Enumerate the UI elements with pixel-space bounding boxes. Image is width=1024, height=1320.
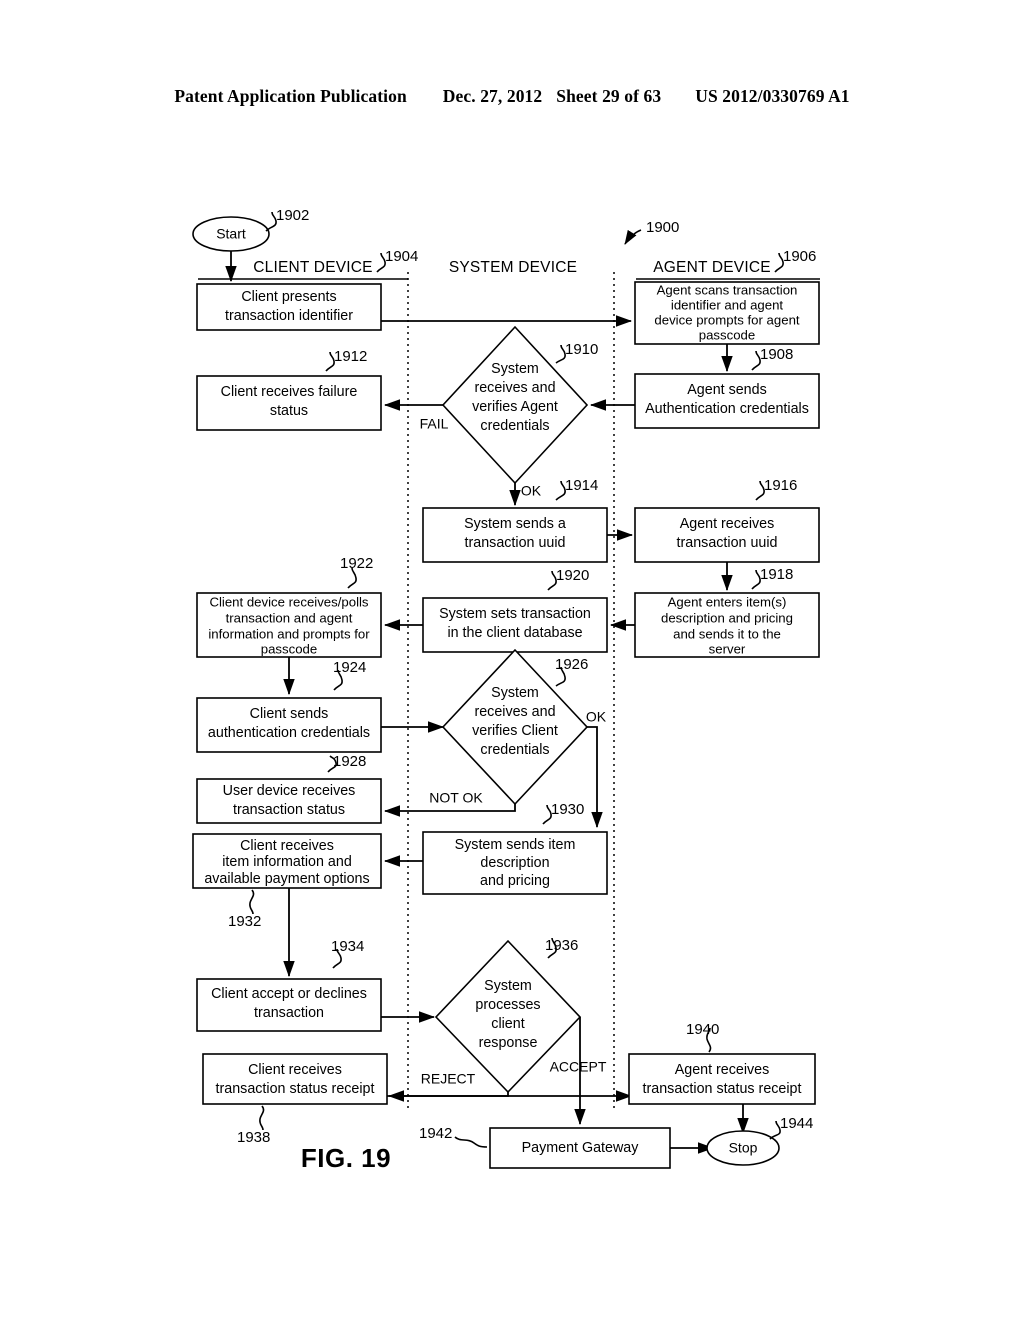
lane-title-system: SYSTEM DEVICE bbox=[449, 259, 577, 276]
node-1922-line3: information and prompts for bbox=[208, 626, 370, 641]
ref-1922: 1922 bbox=[340, 555, 373, 572]
lane-title-agent: AGENT DEVICE bbox=[653, 259, 771, 276]
node-1908-line1: Agent sends bbox=[687, 382, 767, 398]
edge-label-not-ok: NOT OK bbox=[429, 790, 483, 806]
ref-1938: 1938 bbox=[237, 1129, 270, 1146]
node-1930-line1: System sends item bbox=[455, 837, 576, 853]
node-1916-line2: transaction uuid bbox=[677, 535, 778, 551]
figure-caption: FIG. 19 bbox=[301, 1143, 391, 1173]
ref-1940: 1940 bbox=[686, 1021, 719, 1038]
patent-figure-page: Patent Application Publication Dec. 27, 2… bbox=[0, 0, 1024, 1320]
ref-1932: 1932 bbox=[228, 913, 261, 930]
node-1922-line1: Client device receives/polls bbox=[209, 594, 368, 609]
node-1920-line2: in the client database bbox=[447, 625, 582, 641]
node-1908-line2: Authentication credentials bbox=[645, 401, 809, 417]
node-1904-line1: Client presents bbox=[241, 289, 336, 305]
flowchart-figure: CLIENT DEVICE SYSTEM DEVICE AGENT DEVICE… bbox=[192, 207, 820, 1173]
node-1920-line1: System sets transaction bbox=[439, 606, 591, 622]
ref-1920: 1920 bbox=[556, 567, 589, 584]
node-stop-label: Stop bbox=[729, 1140, 758, 1156]
node-1932-line3: available payment options bbox=[204, 871, 369, 887]
node-1938-line1: Client receives bbox=[248, 1062, 342, 1078]
node-1914-line2: transaction uuid bbox=[465, 535, 566, 551]
node-1926-line1: System bbox=[491, 685, 539, 701]
edge-label-fail: FAIL bbox=[420, 416, 449, 432]
node-1916-line1: Agent receives bbox=[680, 516, 775, 532]
node-1924-line1: Client sends bbox=[250, 706, 329, 722]
edge-label-reject: REJECT bbox=[421, 1071, 476, 1087]
node-1940-line2: transaction status receipt bbox=[643, 1081, 802, 1097]
node-1918-line4: server bbox=[709, 641, 746, 656]
node-1924-line2: authentication credentials bbox=[208, 725, 370, 741]
ref-1912: 1912 bbox=[334, 348, 367, 365]
node-1926-line2: receives and bbox=[474, 704, 555, 720]
node-1912-line2: status bbox=[270, 403, 308, 419]
node-1918-line3: and sends it to the bbox=[673, 626, 781, 641]
node-1932-line2: item information and bbox=[222, 854, 352, 870]
node-1912-line1: Client receives failure bbox=[221, 384, 358, 400]
node-1906-line2: identifier and agent bbox=[671, 297, 784, 312]
node-1942-label: Payment Gateway bbox=[522, 1140, 640, 1156]
ref-1944: 1944 bbox=[780, 1115, 813, 1132]
ref-1900: 1900 bbox=[646, 219, 679, 236]
node-1906-line1: Agent scans transaction bbox=[657, 282, 798, 297]
node-1932-line1: Client receives bbox=[240, 838, 334, 854]
node-1926-line3: verifies Client bbox=[472, 723, 558, 739]
ref-1930: 1930 bbox=[551, 801, 584, 818]
ref-1910: 1910 bbox=[565, 341, 598, 358]
node-1906-line4: passcode bbox=[699, 327, 755, 342]
node-1928-line2: transaction status bbox=[233, 802, 345, 818]
node-1906-line3: device prompts for agent bbox=[654, 312, 799, 327]
node-1922-line2: transaction and agent bbox=[226, 610, 353, 625]
ref-1904: 1904 bbox=[385, 248, 418, 265]
ref-1918: 1918 bbox=[760, 566, 793, 583]
node-1934-line2: transaction bbox=[254, 1005, 324, 1021]
edge-label-ok-client: OK bbox=[586, 709, 607, 725]
ref-1934: 1934 bbox=[331, 938, 364, 955]
ref-1916: 1916 bbox=[764, 477, 797, 494]
node-1926-line4: credentials bbox=[480, 742, 549, 758]
node-1914-line1: System sends a bbox=[464, 516, 566, 532]
node-1910-line2: receives and bbox=[474, 380, 555, 396]
edge-label-ok-agent: OK bbox=[521, 483, 542, 499]
node-1918-line2: description and pricing bbox=[661, 610, 793, 625]
node-1940-line1: Agent receives bbox=[675, 1062, 770, 1078]
node-1910-line3: verifies Agent bbox=[472, 399, 558, 415]
ref-1924: 1924 bbox=[333, 659, 366, 676]
lane-title-client: CLIENT DEVICE bbox=[253, 259, 372, 276]
node-1936-line3: client bbox=[491, 1016, 524, 1032]
ref-1908: 1908 bbox=[760, 346, 793, 363]
edge-label-accept: ACCEPT bbox=[550, 1059, 607, 1075]
node-1936-line2: processes bbox=[475, 997, 540, 1013]
node-1936-line4: response bbox=[479, 1035, 538, 1051]
ref-1926: 1926 bbox=[555, 656, 588, 673]
node-1928-line1: User device receives bbox=[223, 783, 356, 799]
ref-1936: 1936 bbox=[545, 937, 578, 954]
ref-1906: 1906 bbox=[783, 248, 816, 265]
node-1910-line1: System bbox=[491, 361, 539, 377]
node-1930-line3: and pricing bbox=[480, 873, 550, 889]
node-1934-line1: Client accept or declines bbox=[211, 986, 367, 1002]
node-1938-line2: transaction status receipt bbox=[216, 1081, 375, 1097]
ref-1928: 1928 bbox=[333, 753, 366, 770]
node-1918-line1: Agent enters item(s) bbox=[668, 594, 787, 609]
node-1904-line2: transaction identifier bbox=[225, 308, 353, 324]
ref-1942: 1942 bbox=[419, 1125, 452, 1142]
ref-1902: 1902 bbox=[276, 207, 309, 224]
node-1922-line4: passcode bbox=[261, 641, 317, 656]
node-1936-line1: System bbox=[484, 978, 532, 994]
node-1930-line2: description bbox=[480, 855, 549, 871]
node-1910-line4: credentials bbox=[480, 418, 549, 434]
ref-1914: 1914 bbox=[565, 477, 598, 494]
node-start-label: Start bbox=[216, 226, 246, 242]
